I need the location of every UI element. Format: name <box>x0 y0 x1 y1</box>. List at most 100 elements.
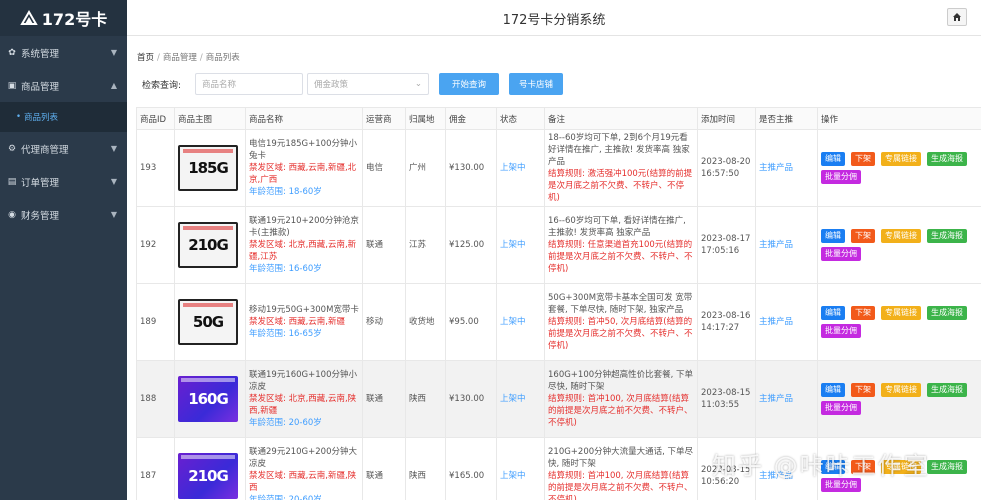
exclusive-link-button[interactable]: 专属链接 <box>881 460 921 474</box>
edit-button[interactable]: 编辑 <box>821 383 845 397</box>
search-bar: 检索查询: 商品名称 佣金政策 ⌄ 开始查询 号卡店铺 <box>142 73 573 95</box>
batch-commission-button[interactable]: 批量分佣 <box>821 170 861 184</box>
cell-name: 联通19元210+200分钟沧京卡(主推款) 禁发区域: 北京,西藏,云南,新疆… <box>245 206 363 284</box>
main-push-label: 主推产品 <box>759 163 794 173</box>
sidebar-subitem-product-list[interactable]: • 商品列表 <box>0 102 127 132</box>
commission-policy-select[interactable]: 佣金政策 ⌄ <box>307 73 429 95</box>
exclusive-link-button[interactable]: 专属链接 <box>881 152 921 166</box>
cell-actions: 编辑 下架 专属链接 生成海报 批量分佣 <box>817 437 981 500</box>
cell-remark: 16--60岁均可下单, 看好详情在推广, 主推款! 发货率高 独家产品 结算规… <box>544 206 698 284</box>
product-image[interactable]: 50G <box>178 299 238 345</box>
cell-main: 主推产品 <box>755 360 818 438</box>
cell-region: 陕西 <box>405 360 446 438</box>
generate-poster-button[interactable]: 生成海报 <box>927 460 967 474</box>
cell-region: 江苏 <box>405 206 446 284</box>
table-row: 187 210G 联通29元210G+200分钟大凉皮 禁发区域: 西藏,云南,… <box>136 437 981 500</box>
edit-button[interactable]: 编辑 <box>821 229 845 243</box>
table-row: 192 210G 联通19元210+200分钟沧京卡(主推款) 禁发区域: 北京… <box>136 206 981 284</box>
age-range: 年龄范围: 20-60岁 <box>249 495 322 500</box>
cell-added: 2023-08-15 10:56:20 <box>697 437 756 500</box>
cell-added: 2023-08-17 17:05:16 <box>697 206 756 284</box>
bullet-icon: • <box>16 112 22 122</box>
exclusive-link-button[interactable]: 专属链接 <box>881 383 921 397</box>
exclusive-link-button[interactable]: 专属链接 <box>881 306 921 320</box>
finance-icon: ◉ <box>8 209 16 220</box>
product-image[interactable]: 210G <box>178 453 238 499</box>
product-image-text: 160G <box>188 390 229 408</box>
col-header-added: 添加时间 <box>697 107 756 130</box>
sidebar-item-orders[interactable]: ▤ 订单管理 ▼ <box>0 165 127 198</box>
cell-added: 2023-08-15 11:03:55 <box>697 360 756 438</box>
take-down-button[interactable]: 下架 <box>851 229 875 243</box>
generate-poster-button[interactable]: 生成海报 <box>927 152 967 166</box>
remark-text: 18--60岁均可下单, 2到6个月19元看好详情在推广, 主推款! 发货率高 … <box>548 133 690 167</box>
col-header-main: 是否主推 <box>755 107 818 130</box>
sidebar-item-agents[interactable]: ⚙ 代理商管理 ▼ <box>0 132 127 165</box>
table-header-row: 商品ID 商品主图 商品名称 运营商 归属地 佣金 状态 备注 添加时间 是否主… <box>136 107 981 130</box>
table-row: 193 185G 电信19元185G+100分钟小兔卡 禁发区域: 西藏,云南,… <box>136 129 981 207</box>
product-image-text: 210G <box>188 467 229 485</box>
exclusive-link-button[interactable]: 专属链接 <box>881 229 921 243</box>
generate-poster-button[interactable]: 生成海报 <box>927 306 967 320</box>
product-table: 商品ID 商品主图 商品名称 运营商 归属地 佣金 状态 备注 添加时间 是否主… <box>136 107 981 500</box>
age-range: 年龄范围: 18-60岁 <box>249 187 322 197</box>
remark-text: 160G+100分钟超高性价比套餐, 下单尽快, 随时下架 <box>548 370 694 392</box>
page-title: 172号卡分销系统 <box>502 13 606 28</box>
col-header-actions: 操作 <box>817 107 981 130</box>
sidebar-item-label: 订单管理 <box>21 177 60 189</box>
logo-text: 172号卡 <box>41 10 108 29</box>
breadcrumb-home[interactable]: 首页 <box>137 53 154 63</box>
product-name: 联通19元210+200分钟沧京卡(主推款) <box>249 216 359 238</box>
edit-button[interactable]: 编辑 <box>821 152 845 166</box>
product-image[interactable]: 160G <box>178 376 238 422</box>
take-down-button[interactable]: 下架 <box>851 383 875 397</box>
take-down-button[interactable]: 下架 <box>851 460 875 474</box>
sidebar-item-products[interactable]: ▣ 商品管理 ▲ <box>0 69 127 102</box>
generate-poster-button[interactable]: 生成海报 <box>927 383 967 397</box>
cell-remark: 18--60岁均可下单, 2到6个月19元看好详情在推广, 主推款! 发货率高 … <box>544 129 698 207</box>
edit-button[interactable]: 编辑 <box>821 460 845 474</box>
batch-commission-button[interactable]: 批量分佣 <box>821 324 861 338</box>
sidebar-item-finance[interactable]: ◉ 财务管理 ▼ <box>0 198 127 231</box>
cell-image: 160G <box>174 360 246 438</box>
cell-remark: 160G+100分钟超高性价比套餐, 下单尽快, 随时下架 结算规则: 首冲10… <box>544 360 698 438</box>
shop-button[interactable]: 号卡店铺 <box>509 73 563 95</box>
cell-actions: 编辑 下架 专属链接 生成海报 批量分佣 <box>817 283 981 361</box>
main-push-label: 主推产品 <box>759 317 794 327</box>
status-badge: 上架中 <box>500 317 526 327</box>
cell-carrier: 联通 <box>362 206 406 284</box>
list-icon: ▤ <box>7 176 17 187</box>
batch-commission-button[interactable]: 批量分佣 <box>821 401 861 415</box>
breadcrumb-level1[interactable]: 商品管理 <box>163 53 197 63</box>
cell-added: 2023-08-16 14:17:27 <box>697 283 756 361</box>
home-button[interactable] <box>947 8 967 26</box>
gear-icon: ✿ <box>8 47 16 58</box>
product-name: 联通19元160G+100分钟小凉皮 <box>249 370 357 392</box>
col-header-name: 商品名称 <box>245 107 363 130</box>
batch-commission-button[interactable]: 批量分佣 <box>821 478 861 492</box>
cell-id: 187 <box>136 437 175 500</box>
logo-icon <box>20 10 38 25</box>
product-image[interactable]: 210G <box>178 222 238 268</box>
cell-actions: 编辑 下架 专属链接 生成海报 批量分佣 <box>817 129 981 207</box>
main-push-label: 主推产品 <box>759 240 794 250</box>
batch-commission-button[interactable]: 批量分佣 <box>821 247 861 261</box>
generate-poster-button[interactable]: 生成海报 <box>927 229 967 243</box>
product-name: 联通29元210G+200分钟大凉皮 <box>249 447 357 469</box>
age-range: 年龄范围: 20-60岁 <box>249 418 322 428</box>
product-name-input[interactable]: 商品名称 <box>195 73 303 95</box>
sidebar-item-system[interactable]: ✿ 系统管理 ▼ <box>0 36 127 69</box>
edit-button[interactable]: 编辑 <box>821 306 845 320</box>
search-button[interactable]: 开始查询 <box>439 73 499 95</box>
product-image[interactable]: 185G <box>178 145 238 191</box>
sidebar-item-label: 财务管理 <box>21 210 60 222</box>
sidebar: 172号卡 ✿ 系统管理 ▼ ▣ 商品管理 ▲ • 商品列表 ⚙ 代理商管理 ▼… <box>0 0 127 500</box>
take-down-button[interactable]: 下架 <box>851 306 875 320</box>
cell-id: 193 <box>136 129 175 207</box>
logo[interactable]: 172号卡 <box>0 0 127 36</box>
chevron-down-icon: ⌄ <box>414 79 422 89</box>
status-badge: 上架中 <box>500 394 526 404</box>
cell-name: 电信19元185G+100分钟小兔卡 禁发区域: 西藏,云南,新疆,北京,广西 … <box>245 129 363 207</box>
cell-main: 主推产品 <box>755 206 818 284</box>
take-down-button[interactable]: 下架 <box>851 152 875 166</box>
